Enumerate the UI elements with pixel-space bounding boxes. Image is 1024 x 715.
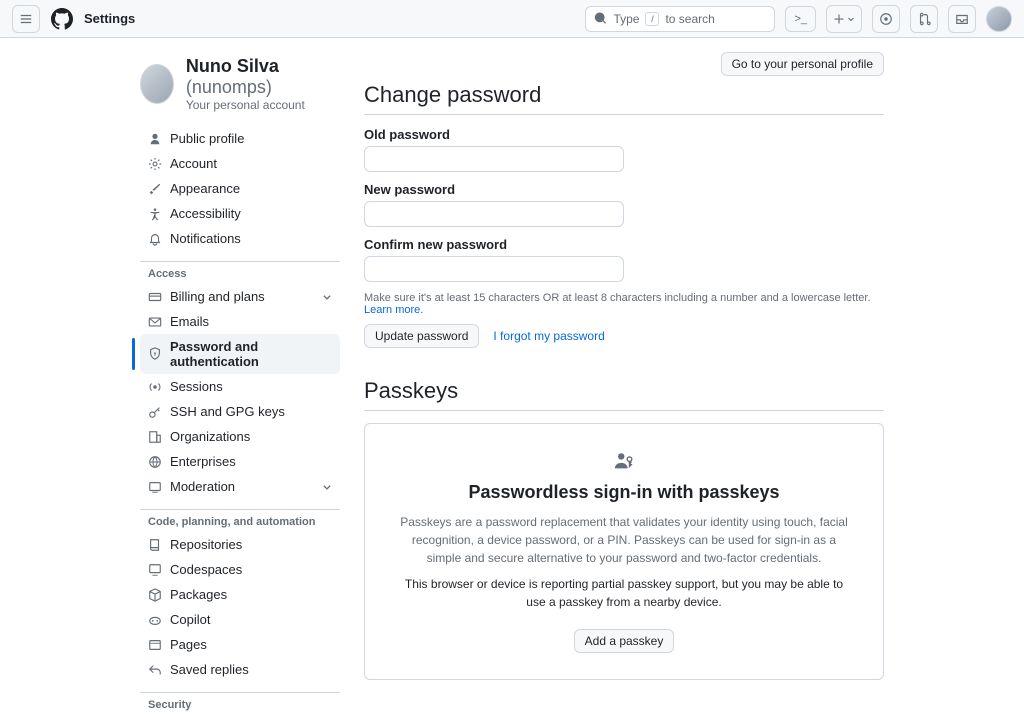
passkey-icon <box>395 450 853 472</box>
pull-requests-button[interactable] <box>910 5 938 33</box>
nav-account[interactable]: Account <box>140 151 340 176</box>
search-input[interactable]: Type / to search <box>585 6 775 32</box>
passkeys-description: Passkeys are a password replacement that… <box>395 513 853 567</box>
repo-icon <box>148 538 162 552</box>
key-icon <box>148 405 162 419</box>
gear-icon <box>148 157 162 171</box>
slash-key-icon: / <box>645 12 659 26</box>
chevron-down-icon <box>322 292 332 302</box>
nav-accessibility[interactable]: Accessibility <box>140 201 340 226</box>
nav-public-profile[interactable]: Public profile <box>140 126 340 151</box>
nav-codespaces[interactable]: Codespaces <box>140 557 340 582</box>
globe-icon <box>148 455 162 469</box>
new-password-input[interactable] <box>364 201 624 227</box>
nav-notifications[interactable]: Notifications <box>140 226 340 251</box>
browser-icon <box>148 638 162 652</box>
passkeys-title: Passkeys <box>364 378 884 411</box>
organization-icon <box>148 430 162 444</box>
package-icon <box>148 588 162 602</box>
old-password-input[interactable] <box>364 146 624 172</box>
plus-icon <box>833 13 845 25</box>
codespaces-icon <box>148 563 162 577</box>
nav-heading-security: Security <box>140 692 340 715</box>
person-icon <box>148 132 162 146</box>
nav-appearance[interactable]: Appearance <box>140 176 340 201</box>
nav-packages[interactable]: Packages <box>140 582 340 607</box>
profile-name: Nuno Silva (nunomps) <box>186 56 340 98</box>
reply-icon <box>148 663 162 677</box>
mail-icon <box>148 315 162 329</box>
search-placeholder-prefix: Type <box>613 12 639 26</box>
add-passkey-button[interactable]: Add a passkey <box>574 629 675 653</box>
nav-password-auth[interactable]: Password and authentication <box>140 334 340 374</box>
chevron-down-icon <box>322 482 332 492</box>
search-placeholder-suffix: to search <box>665 12 714 26</box>
create-new-button[interactable] <box>826 5 862 33</box>
nav-heading-code: Code, planning, and automation <box>140 509 340 532</box>
copilot-icon <box>148 613 162 627</box>
forgot-password-link[interactable]: I forgot my password <box>493 329 604 343</box>
new-password-label: New password <box>364 182 884 197</box>
search-icon <box>594 12 607 25</box>
nav-heading-access: Access <box>140 261 340 284</box>
nav-copilot[interactable]: Copilot <box>140 607 340 632</box>
command-palette-button[interactable]: >_ <box>785 6 816 32</box>
nav-saved-replies[interactable]: Saved replies <box>140 657 340 682</box>
old-password-label: Old password <box>364 127 884 142</box>
passkeys-card: Passwordless sign-in with passkeys Passk… <box>364 423 884 680</box>
broadcast-icon <box>148 380 162 394</box>
nav-pages[interactable]: Pages <box>140 632 340 657</box>
top-bar: Settings Type / to search >_ <box>0 0 1024 38</box>
chevron-down-icon <box>847 15 855 23</box>
change-password-title: Change password <box>364 82 884 115</box>
bell-icon <box>148 232 162 246</box>
confirm-password-input[interactable] <box>364 256 624 282</box>
nav-enterprises[interactable]: Enterprises <box>140 449 340 474</box>
nav-sessions[interactable]: Sessions <box>140 374 340 399</box>
learn-more-link[interactable]: Learn more. <box>364 304 423 316</box>
update-password-button[interactable]: Update password <box>364 324 479 348</box>
profile-avatar-icon <box>140 64 174 104</box>
issues-button[interactable] <box>872 5 900 33</box>
paintbrush-icon <box>148 182 162 196</box>
passkeys-box-title: Passwordless sign-in with passkeys <box>395 482 853 503</box>
menu-button[interactable] <box>12 5 40 33</box>
shield-lock-icon <box>148 347 162 361</box>
accessibility-icon <box>148 207 162 221</box>
password-help-text: Make sure it's at least 15 characters OR… <box>364 292 884 316</box>
nav-organizations[interactable]: Organizations <box>140 424 340 449</box>
confirm-password-label: Confirm new password <box>364 237 884 252</box>
nav-repositories[interactable]: Repositories <box>140 532 340 557</box>
page-breadcrumb: Settings <box>84 11 135 26</box>
inbox-button[interactable] <box>948 5 976 33</box>
github-logo-icon[interactable] <box>50 7 74 31</box>
profile-header: Nuno Silva (nunomps) Your personal accou… <box>140 56 340 112</box>
go-to-profile-button[interactable]: Go to your personal profile <box>721 52 884 76</box>
nav-billing[interactable]: Billing and plans <box>140 284 340 309</box>
report-icon <box>148 480 162 494</box>
profile-subtitle: Your personal account <box>186 98 340 112</box>
nav-emails[interactable]: Emails <box>140 309 340 334</box>
passkeys-status: This browser or device is reporting part… <box>395 575 853 611</box>
nav-ssh-keys[interactable]: SSH and GPG keys <box>140 399 340 424</box>
user-avatar-button[interactable] <box>986 6 1012 32</box>
credit-card-icon <box>148 290 162 304</box>
nav-moderation[interactable]: Moderation <box>140 474 340 499</box>
